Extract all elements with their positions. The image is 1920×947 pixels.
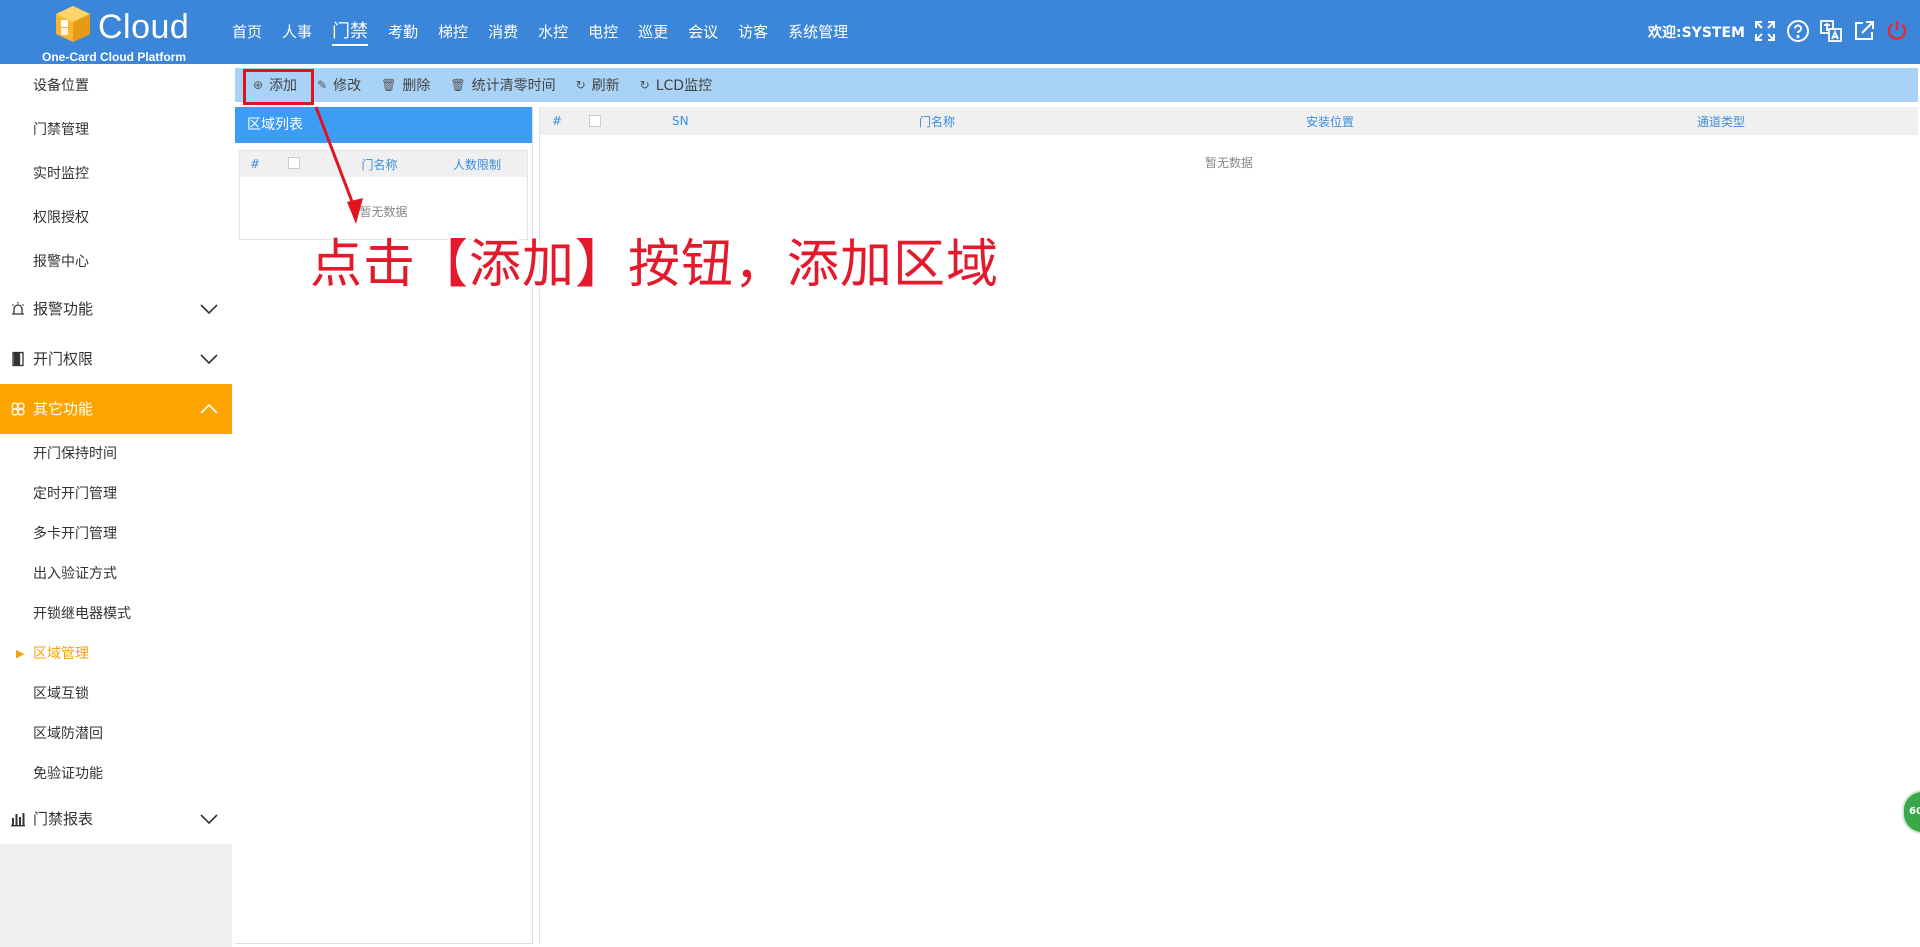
sidebar-item-verify-mode[interactable]: 出入验证方式 bbox=[0, 554, 232, 594]
top-header: Cloud One-Card Cloud Platform 首页 人事 门禁 考… bbox=[0, 0, 1920, 64]
select-all-checkbox[interactable] bbox=[288, 156, 300, 169]
select-all-checkbox[interactable] bbox=[589, 115, 601, 127]
edit-label: 修改 bbox=[333, 78, 362, 94]
clover-icon bbox=[8, 384, 28, 434]
region-table-header: # 门名称 人数限制 bbox=[240, 151, 527, 177]
chevron-down-icon bbox=[198, 284, 220, 334]
door-grid-empty-text: 暂无数据 bbox=[1204, 156, 1253, 170]
sidebar-group-label: 其它功能 bbox=[33, 400, 94, 418]
sidebar-group-alarm[interactable]: 报警功能 bbox=[0, 284, 232, 334]
sidebar-item-device-location[interactable]: 设备位置 bbox=[0, 64, 232, 108]
nav-attendance[interactable]: 考勤 bbox=[388, 0, 418, 64]
logo-word: Cloud bbox=[98, 8, 190, 46]
sidebar-item-area-management[interactable]: 区域管理 bbox=[0, 634, 232, 674]
sidebar-item-timed-open[interactable]: 定时开门管理 bbox=[0, 474, 232, 514]
sidebar-item-permission-grant[interactable]: 权限授权 bbox=[0, 196, 232, 240]
help-icon[interactable] bbox=[1785, 18, 1811, 44]
column-header-channel-type[interactable]: 通道类型 bbox=[1697, 113, 1745, 130]
lcd-monitor-button[interactable]: ↻ LCD监控 bbox=[630, 68, 722, 102]
bar-chart-icon bbox=[8, 794, 28, 844]
column-header-sn[interactable]: SN bbox=[672, 114, 689, 128]
column-header-index: # bbox=[552, 114, 563, 128]
nav-home[interactable]: 首页 bbox=[232, 0, 262, 64]
toolbar: ⊕ 添加 ✎ 修改 🗑 删除 🗑 统计清零时间 ↻ 刷新 ↻ LCD监控 bbox=[235, 68, 1918, 102]
sidebar-group-door-permission[interactable]: 开门权限 bbox=[0, 334, 232, 384]
chevron-up-icon bbox=[198, 384, 220, 434]
sidebar-item-access-management[interactable]: 门禁管理 bbox=[0, 108, 232, 152]
sidebar-item-alarm-center[interactable]: 报警中心 bbox=[0, 240, 232, 284]
sidebar-group-label: 门禁报表 bbox=[33, 810, 94, 828]
nav-power-control[interactable]: 电控 bbox=[588, 0, 618, 64]
door-icon bbox=[8, 334, 28, 384]
refresh-button[interactable]: ↻ 刷新 bbox=[566, 68, 630, 102]
sidebar-item-no-verify[interactable]: 免验证功能 bbox=[0, 754, 232, 794]
top-nav: 首页 人事 门禁 考勤 梯控 消费 水控 电控 巡更 会议 访客 系统管理 bbox=[232, 0, 868, 64]
refresh-icon: ↻ bbox=[639, 78, 650, 92]
sidebar-item-door-hold-time[interactable]: 开门保持时间 bbox=[0, 434, 232, 474]
nav-meeting[interactable]: 会议 bbox=[688, 0, 718, 64]
sidebar-item-anti-passback[interactable]: 区域防潜回 bbox=[0, 714, 232, 754]
sidebar-group-label: 报警功能 bbox=[33, 300, 94, 318]
lcd-label: LCD监控 bbox=[655, 78, 713, 94]
delete-label: 删除 bbox=[402, 78, 431, 94]
external-link-icon[interactable] bbox=[1851, 18, 1877, 44]
alarm-icon bbox=[8, 284, 28, 334]
column-header-people-limit[interactable]: 人数限制 bbox=[427, 156, 527, 173]
refresh-label: 刷新 bbox=[591, 78, 620, 94]
nav-elevator[interactable]: 梯控 bbox=[438, 0, 468, 64]
fullscreen-icon[interactable] bbox=[1752, 18, 1778, 44]
nav-system[interactable]: 系统管理 bbox=[788, 0, 848, 64]
logo-box-icon bbox=[56, 6, 90, 42]
door-grid-header: # SN 门名称 安装位置 通道类型 bbox=[540, 107, 1918, 135]
welcome-text: 欢迎:SYSTEM bbox=[1648, 25, 1745, 41]
select-all-cell bbox=[270, 156, 332, 172]
sidebar-item-multi-card-open[interactable]: 多卡开门管理 bbox=[0, 514, 232, 554]
region-empty-text: 暂无数据 bbox=[359, 205, 408, 219]
sidebar-group-other[interactable]: 其它功能 bbox=[0, 384, 232, 434]
pencil-icon: ✎ bbox=[317, 78, 328, 92]
column-header-door-name[interactable]: 门名称 bbox=[919, 113, 955, 130]
chevron-down-icon bbox=[198, 334, 220, 384]
refresh-icon: ↻ bbox=[575, 78, 586, 92]
sidebar-item-realtime-monitor[interactable]: 实时监控 bbox=[0, 152, 232, 196]
power-icon[interactable] bbox=[1884, 18, 1910, 44]
nav-visitor[interactable]: 访客 bbox=[738, 0, 768, 64]
clear-time-button[interactable]: 🗑 统计清零时间 bbox=[440, 68, 565, 102]
chevron-down-icon bbox=[198, 794, 220, 844]
annotation-text: 点击【添加】按钮，添加区域 bbox=[310, 235, 1000, 295]
sidebar-item-relay-mode[interactable]: 开锁继电器模式 bbox=[0, 594, 232, 634]
column-header-install-location[interactable]: 安装位置 bbox=[1306, 113, 1354, 130]
nav-consumption[interactable]: 消费 bbox=[488, 0, 518, 64]
column-header-door-name[interactable]: 门名称 bbox=[332, 156, 427, 173]
add-button-highlight bbox=[243, 69, 314, 105]
clear-time-label: 统计清零时间 bbox=[471, 78, 556, 94]
nav-hr[interactable]: 人事 bbox=[282, 0, 312, 64]
trash-icon: 🗑 bbox=[450, 78, 466, 92]
nav-water-control[interactable]: 水控 bbox=[538, 0, 568, 64]
logo[interactable]: Cloud One-Card Cloud Platform bbox=[30, 4, 206, 64]
trash-icon: 🗑 bbox=[381, 78, 397, 92]
column-header-index: # bbox=[250, 157, 261, 171]
edit-button[interactable]: ✎ 修改 bbox=[307, 68, 371, 102]
header-icons bbox=[1752, 18, 1910, 44]
sidebar-item-area-interlock[interactable]: 区域互锁 bbox=[0, 674, 232, 714]
nav-access-control[interactable]: 门禁 bbox=[332, 0, 369, 64]
sidebar-group-report[interactable]: 门禁报表 bbox=[0, 794, 232, 844]
language-icon[interactable] bbox=[1818, 18, 1844, 44]
sidebar: 设备位置 门禁管理 实时监控 权限授权 报警中心 报警功能 开门权限 其它功能 … bbox=[0, 64, 232, 947]
delete-button[interactable]: 🗑 删除 bbox=[371, 68, 440, 102]
region-list-title: 区域列表 bbox=[235, 107, 532, 143]
sidebar-group-label: 开门权限 bbox=[33, 350, 94, 368]
logo-subtitle: One-Card Cloud Platform bbox=[42, 50, 187, 64]
select-all-cell bbox=[589, 115, 601, 130]
nav-patrol[interactable]: 巡更 bbox=[638, 0, 668, 64]
